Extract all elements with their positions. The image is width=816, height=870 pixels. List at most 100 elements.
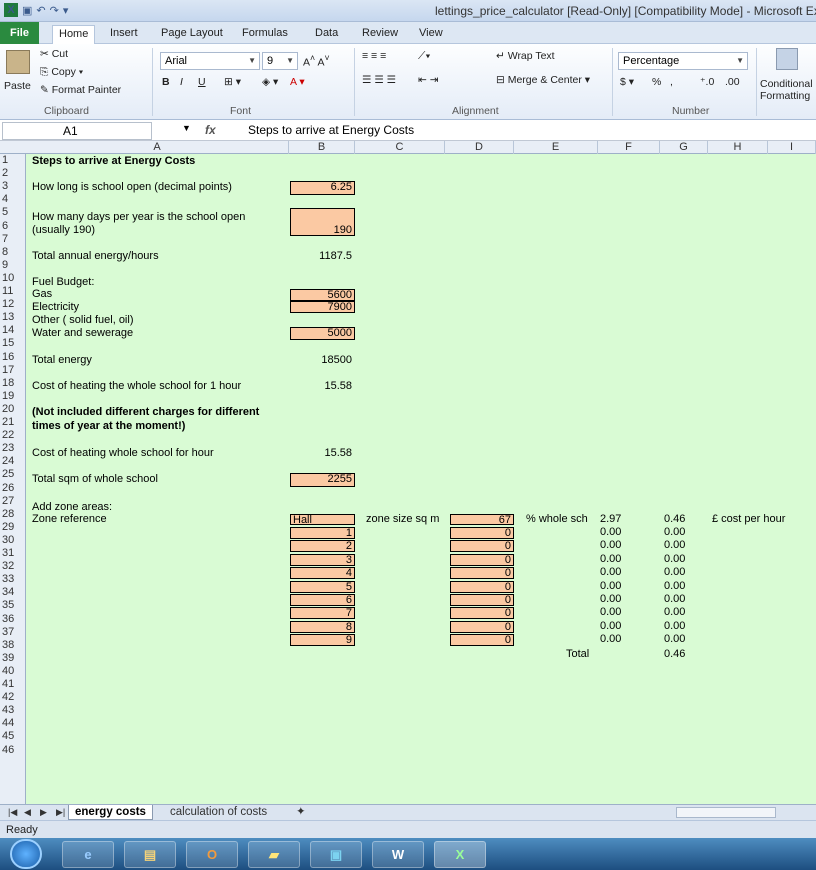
row-header[interactable]: 40 (0, 665, 26, 678)
customize-icon[interactable]: ▾ (63, 4, 69, 17)
zone-percent-cell[interactable]: 0.00 (600, 567, 621, 578)
row-header[interactable]: 27 (0, 495, 26, 508)
zone-reference-input[interactable]: 5 (290, 580, 355, 593)
cell-c26[interactable]: zone size sq m (366, 514, 439, 525)
paste-button[interactable]: Paste (4, 80, 31, 92)
zone-reference-input[interactable]: Hall (290, 514, 355, 526)
column-header[interactable]: B (289, 141, 355, 154)
zone-reference-input[interactable]: 2 (290, 540, 355, 553)
row-header[interactable]: 45 (0, 730, 26, 743)
row-header[interactable]: 32 (0, 560, 26, 573)
column-header[interactable]: E (514, 141, 598, 154)
zone-cost-cell[interactable]: 0.00 (664, 540, 685, 551)
zone-size-input[interactable]: 0 (450, 540, 514, 553)
cell-a3[interactable]: How long is school open (decimal points) (32, 182, 232, 193)
save-icon[interactable]: ▣ (22, 4, 32, 17)
conditional-formatting-button[interactable]: Conditional (760, 78, 813, 90)
total-cost-cell[interactable]: 0.46 (664, 649, 685, 660)
outlook-icon[interactable]: O (186, 841, 238, 868)
tab-data[interactable]: Data (309, 25, 344, 44)
row-header[interactable]: 16 (0, 351, 26, 364)
cell-g26[interactable]: 0.46 (664, 514, 685, 525)
zone-reference-input[interactable]: 7 (290, 607, 355, 620)
column-header[interactable]: A (26, 141, 289, 154)
name-box[interactable]: A1 (2, 122, 152, 140)
row-header[interactable]: 5 (0, 206, 26, 219)
zone-size-input[interactable]: 0 (450, 634, 514, 647)
tab-page-layout[interactable]: Page Layout (155, 25, 229, 44)
row-header[interactable]: 8 (0, 246, 26, 259)
row-header[interactable]: 39 (0, 652, 26, 665)
tab-home[interactable]: Home (52, 25, 96, 45)
column-header[interactable]: C (355, 141, 445, 154)
row-header[interactable]: 23 (0, 442, 26, 455)
zone-cost-cell[interactable]: 0.00 (664, 634, 685, 645)
row-header[interactable]: 11 (0, 285, 26, 298)
zone-cost-cell[interactable]: 0.00 (664, 620, 685, 632)
chevron-down-icon[interactable]: ▼ (182, 123, 191, 133)
fill-color-icon[interactable]: ◈ ▾ (262, 76, 278, 88)
folder-icon[interactable]: ▰ (248, 841, 300, 868)
column-header[interactable]: D (445, 141, 514, 154)
undo-icon[interactable]: ↶ (36, 4, 45, 17)
cell-a21[interactable]: Cost of heating whole school for hour (32, 448, 214, 459)
zone-percent-cell[interactable]: 0.00 (600, 540, 621, 551)
zone-cost-cell[interactable]: 0.00 (664, 527, 685, 538)
school-days-input[interactable]: 190 (290, 208, 355, 236)
column-header[interactable]: I (768, 141, 816, 154)
water-input[interactable]: 5000 (290, 327, 355, 340)
gas-input[interactable]: 5600 (290, 289, 355, 301)
zone-cost-cell[interactable]: 0.00 (664, 567, 685, 578)
cell-a13[interactable]: Water and sewerage (32, 328, 133, 339)
insert-function-icon[interactable]: fx (205, 123, 216, 137)
total-label[interactable]: Total (566, 649, 589, 660)
cell-b17[interactable]: 15.58 (290, 381, 352, 392)
cut-button[interactable]: ✂ Cut (40, 48, 68, 60)
row-header[interactable]: 30 (0, 534, 26, 547)
font-color-icon[interactable]: A ▾ (290, 76, 305, 88)
zone-size-input[interactable]: 0 (450, 553, 514, 566)
row-header[interactable]: 13 (0, 311, 26, 324)
align-left-icon[interactable]: ☰ ☰ ☰ (362, 74, 396, 86)
cell-a26[interactable]: Zone reference (32, 514, 107, 525)
remote-desktop-icon[interactable]: ▣ (310, 841, 362, 868)
row-header[interactable]: 10 (0, 272, 26, 285)
row-header[interactable]: 9 (0, 259, 26, 272)
row-header[interactable]: 2 (0, 167, 26, 180)
row-header[interactable]: 29 (0, 521, 26, 534)
zone-reference-input[interactable]: 9 (290, 634, 355, 647)
row-header[interactable]: 43 (0, 704, 26, 717)
zone-reference-input[interactable]: 1 (290, 527, 355, 539)
worksheet-grid[interactable]: A B C D E F G H I 1 2 3 4 5 6 7 8 9 10 11 12 13 14 15 1… (0, 141, 816, 804)
number-format-select[interactable]: Percentage ▼ (618, 52, 748, 70)
zone-percent-cell[interactable]: 0.00 (600, 634, 621, 645)
font-name-select[interactable]: Arial ▼ (160, 52, 260, 70)
row-header[interactable]: 41 (0, 678, 26, 691)
column-header[interactable]: G (660, 141, 708, 154)
total-sqm-input[interactable]: 2255 (290, 473, 355, 487)
zone-size-input[interactable]: 0 (450, 607, 514, 620)
tab-formulas[interactable]: Formulas (236, 25, 294, 44)
horizontal-scrollbar[interactable] (676, 807, 776, 818)
increase-decimal-icon[interactable]: ⁺.0 (700, 76, 714, 88)
cell-h26[interactable]: £ cost per hour (712, 514, 785, 525)
zone-size-input[interactable]: 0 (450, 580, 514, 593)
conditional-formatting-icon[interactable] (776, 48, 798, 70)
row-header[interactable]: 3 (0, 180, 26, 193)
percent-button[interactable]: % (652, 76, 661, 88)
cell-a11[interactable]: Electricity (32, 302, 79, 313)
zone-size-input[interactable]: 67 (450, 514, 514, 526)
tab-insert[interactable]: Insert (104, 25, 144, 44)
row-header[interactable]: 21 (0, 416, 26, 429)
zone-cost-cell[interactable]: 0.00 (664, 594, 685, 605)
start-button[interactable] (10, 839, 42, 869)
zone-percent-cell[interactable]: 0.00 (600, 594, 621, 605)
bold-button[interactable]: B (162, 76, 170, 88)
insert-sheet-icon[interactable]: ✦ (290, 805, 312, 820)
currency-icon[interactable]: $ ▾ (620, 76, 634, 88)
zone-cost-cell[interactable]: 0.00 (664, 580, 685, 592)
row-header[interactable]: 4 (0, 193, 26, 206)
row-header[interactable]: 20 (0, 403, 26, 416)
grow-font-icon[interactable]: A˄ A˅ (303, 53, 330, 69)
cell-f26[interactable]: 2.97 (600, 514, 621, 525)
